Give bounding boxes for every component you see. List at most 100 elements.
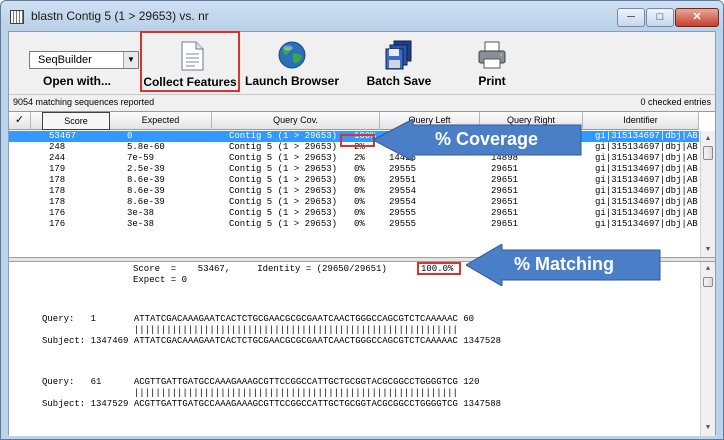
cell-identifier: gi|315134697|dbj|AB xyxy=(595,219,698,229)
alignment-subject-line: Subject: 1347469 ATTATCGACAAAGAATCACTCTG… xyxy=(42,336,502,346)
cell-score: 248 xyxy=(49,142,66,152)
table-scrollbar[interactable]: ▲ ▼ xyxy=(700,131,715,257)
cell-query-cov: 0% xyxy=(354,175,365,185)
alignment-subject-line: Subject: 1347529 ACGTTGATTGATGCCAAAGAAAG… xyxy=(42,399,502,409)
cell-expected: 5.8e-60 xyxy=(127,142,165,152)
app-icon xyxy=(10,10,24,24)
coverage-callout-text: % Coverage xyxy=(435,129,539,149)
floppy-disks-icon xyxy=(385,40,412,70)
close-button[interactable]: ✕ xyxy=(675,8,719,27)
column-header-score[interactable]: Score xyxy=(42,112,110,130)
open-with-select[interactable]: SeqBuilder ▼ xyxy=(29,51,139,69)
cell-identifier: gi|315134697|dbj|AB xyxy=(595,164,698,174)
table-row[interactable]: 178 8.6e-39 Contig 5 (1 > 29653) 0% 29551 296… xyxy=(9,175,699,186)
maximize-button[interactable]: □ xyxy=(646,8,674,27)
alignment-scrollbar[interactable]: ▲ ▼ xyxy=(700,262,715,436)
cell-expected: 2.5e-39 xyxy=(127,164,165,174)
cell-expected: 3e-38 xyxy=(127,208,155,218)
cell-identifier: gi|315134697|dbj|AB xyxy=(595,175,698,185)
cell-score: 176 xyxy=(49,208,66,218)
scroll-thumb[interactable] xyxy=(703,277,713,287)
cell-score: 178 xyxy=(49,186,66,196)
print-label: Print xyxy=(478,74,506,88)
cell-score: 53467 xyxy=(49,131,77,141)
toolbar: SeqBuilder ▼ Open with... Collect Featur… xyxy=(9,31,715,94)
collect-features-label: Collect Features xyxy=(143,75,237,89)
check-column-header[interactable]: ✓ xyxy=(9,112,31,130)
cell-query-cov: 0% xyxy=(354,197,365,207)
scroll-up-icon[interactable]: ▲ xyxy=(701,131,715,146)
cell-score: 178 xyxy=(49,197,66,207)
alignment-pane: Score = 53467, Identity = (29650/29651) … xyxy=(9,262,715,436)
batch-save-label: Batch Save xyxy=(366,74,432,88)
minimize-button[interactable]: ─ xyxy=(617,8,645,27)
scroll-up-icon[interactable]: ▲ xyxy=(701,262,715,277)
scroll-down-icon[interactable]: ▼ xyxy=(701,421,715,436)
document-icon xyxy=(181,41,204,71)
checked-entries-text: 0 checked entries xyxy=(640,97,711,107)
results-table: ✓ Score Expected Query Cov. Query Left Q… xyxy=(9,111,715,257)
cell-identifier: gi|315134697|dbj|AB xyxy=(595,131,698,141)
score-identity-line: Score = 53467, Identity = (29650/29651) xyxy=(133,264,387,274)
cell-query-left: 29555 xyxy=(389,219,417,229)
table-row[interactable]: 176 3e-38 Contig 5 (1 > 29653) 0% 29555 29651… xyxy=(9,219,699,230)
cell-identifier: gi|315134697|dbj|AB xyxy=(595,208,698,218)
cell-query-right: 29651 xyxy=(491,164,519,174)
cell-query-cov: 0% xyxy=(354,208,365,218)
cell-expected: 3e-38 xyxy=(127,219,155,229)
chevron-down-icon[interactable]: ▼ xyxy=(123,52,138,68)
launch-browser-label: Launch Browser xyxy=(244,74,340,88)
open-with-button[interactable]: Open with... xyxy=(43,74,111,88)
cell-identifier: gi|315134697|dbj|AB xyxy=(595,197,698,207)
cell-query-right: 29651 xyxy=(491,208,519,218)
cell-query: Contig 5 (1 > 29653) xyxy=(229,197,338,207)
scroll-thumb[interactable] xyxy=(703,146,713,160)
launch-browser-button[interactable]: Launch Browser xyxy=(242,32,342,94)
collect-features-button[interactable]: Collect Features xyxy=(140,31,240,92)
print-button[interactable]: Print xyxy=(465,32,519,94)
cell-query-right: 29651 xyxy=(491,219,519,229)
cell-score: 179 xyxy=(49,164,66,174)
cell-identifier: gi|315134697|dbj|AB xyxy=(595,153,698,163)
column-header-query-cov[interactable]: Query Cov. xyxy=(212,112,380,130)
coverage-callout: % Coverage xyxy=(373,119,583,161)
cell-query: Contig 5 (1 > 29653) xyxy=(229,208,338,218)
column-header-identifier[interactable]: Identifier xyxy=(583,112,699,130)
table-row[interactable]: 178 8.6e-39 Contig 5 (1 > 29653) 0% 29554 296… xyxy=(9,197,699,208)
alignment-query-line: Query: 61 ACGTTGATTGATGCCAAAGAAAGCGTTCCG… xyxy=(42,377,480,387)
printer-icon xyxy=(478,41,506,69)
cell-query: Contig 5 (1 > 29653) xyxy=(229,219,338,229)
cell-query-right: 29651 xyxy=(491,197,519,207)
cell-query-cov: 0% xyxy=(354,186,365,196)
cell-query: Contig 5 (1 > 29653) xyxy=(229,175,338,185)
status-row: 9054 matching sequences reported 0 check… xyxy=(9,94,715,110)
alignment-match-line: ||||||||||||||||||||||||||||||||||||||||… xyxy=(42,388,458,398)
matching-callout: % Matching xyxy=(466,244,662,286)
match-count-text: 9054 matching sequences reported xyxy=(13,97,155,107)
cell-query-right: 29651 xyxy=(491,175,519,185)
cell-expected: 7e-59 xyxy=(127,153,155,163)
cell-query: Contig 5 (1 > 29653) xyxy=(229,142,338,152)
scroll-down-icon[interactable]: ▼ xyxy=(701,242,715,257)
cell-query-cov: 2% xyxy=(354,153,365,163)
cell-query-left: 29551 xyxy=(389,175,417,185)
cell-query: Contig 5 (1 > 29653) xyxy=(229,186,338,196)
table-row[interactable]: 178 8.6e-39 Contig 5 (1 > 29653) 0% 29554 296… xyxy=(9,186,699,197)
table-header: ✓ Score Expected Query Cov. Query Left Q… xyxy=(9,112,699,130)
alignment-match-line: ||||||||||||||||||||||||||||||||||||||||… xyxy=(42,325,458,335)
cell-expected: 8.6e-39 xyxy=(127,175,165,185)
column-header-expected[interactable]: Expected xyxy=(110,112,212,130)
table-row[interactable]: 176 3e-38 Contig 5 (1 > 29653) 0% 29555 29651… xyxy=(9,208,699,219)
table-row[interactable]: 244 7e-59 Contig 5 (1 > 29653) 2% 14426 14898… xyxy=(9,153,699,164)
title-bar[interactable]: blastn Contig 5 (1 > 29653) vs. nr ─ □ ✕ xyxy=(1,1,723,31)
coverage-highlight-box xyxy=(340,134,375,147)
alignment-query-line: Query: 1 ATTATCGACAAAGAATCACTCTGCGAACGCG… xyxy=(42,314,475,324)
batch-save-button[interactable]: Batch Save xyxy=(361,32,437,94)
cell-query: Contig 5 (1 > 29653) xyxy=(229,164,338,174)
matching-callout-text: % Matching xyxy=(514,254,615,274)
cell-query-cov: 0% xyxy=(354,164,365,174)
cell-query-left: 29555 xyxy=(389,208,417,218)
table-body: 534670Contig 5 (1 > 29653)100%129653gi|3… xyxy=(9,131,699,257)
cell-query-left: 29554 xyxy=(389,197,417,207)
table-row[interactable]: 179 2.5e-39 Contig 5 (1 > 29653) 0% 29555 296… xyxy=(9,164,699,175)
